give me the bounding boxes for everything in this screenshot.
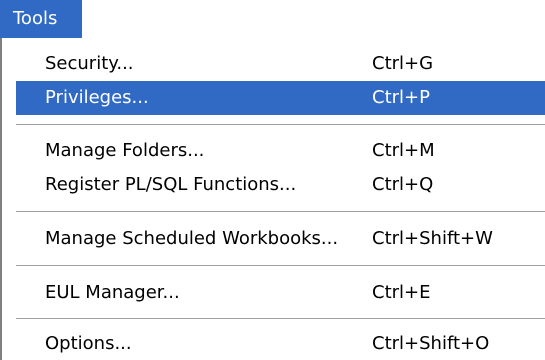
menu-item-register-plsql-functions[interactable]: Register PL/SQL Functions... Ctrl+Q xyxy=(2,168,545,202)
menu-separator xyxy=(16,211,545,213)
menu-item-label: EUL Manager... xyxy=(45,282,180,303)
menu-item-manage-scheduled-workbooks[interactable]: Manage Scheduled Workbooks... Ctrl+Shift… xyxy=(2,222,545,256)
menu-item-label: Manage Scheduled Workbooks... xyxy=(45,228,339,249)
menu-item-manage-folders[interactable]: Manage Folders... Ctrl+M xyxy=(2,134,545,168)
menu-item-label: Register PL/SQL Functions... xyxy=(45,174,297,195)
menu-separator xyxy=(16,265,545,267)
menu-item-shortcut: Ctrl+M xyxy=(372,140,435,161)
tools-menu-screen: Tools Security... Ctrl+G Privileges... C… xyxy=(0,0,545,360)
menu-item-label: Security... xyxy=(45,53,134,74)
menu-item-shortcut: Ctrl+Q xyxy=(372,174,434,195)
menu-item-shortcut: Ctrl+Shift+O xyxy=(372,333,490,354)
menu-item-shortcut: Ctrl+G xyxy=(372,53,434,74)
menu-item-shortcut: Ctrl+E xyxy=(372,282,431,303)
menu-separator xyxy=(16,124,545,126)
menu-item-eul-manager[interactable]: EUL Manager... Ctrl+E xyxy=(2,276,545,310)
menu-item-privileges[interactable]: Privileges... Ctrl+P xyxy=(16,81,545,115)
menu-item-label: Manage Folders... xyxy=(45,140,205,161)
menu-item-label: Options... xyxy=(45,333,132,354)
menu-item-security[interactable]: Security... Ctrl+G xyxy=(2,47,545,81)
menu-item-shortcut: Ctrl+Shift+W xyxy=(372,228,493,249)
menu-item-shortcut: Ctrl+P xyxy=(372,87,430,108)
menubar-item-tools[interactable]: Tools xyxy=(0,0,82,38)
tools-dropdown-menu: Security... Ctrl+G Privileges... Ctrl+P … xyxy=(0,38,545,360)
menu-separator xyxy=(16,318,545,320)
menu-item-label: Privileges... xyxy=(45,87,149,108)
menu-item-options[interactable]: Options... Ctrl+Shift+O xyxy=(2,327,545,360)
